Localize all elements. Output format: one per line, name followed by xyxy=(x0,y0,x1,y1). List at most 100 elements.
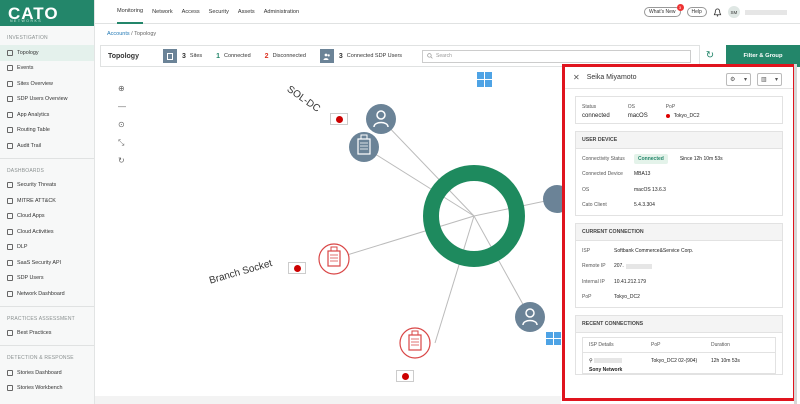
sidebar-item-dlp[interactable]: DLP xyxy=(0,240,94,256)
sidebar: CATO NETWORKS INVESTIGATION Topology Event… xyxy=(0,0,95,404)
dlp-icon xyxy=(7,244,13,251)
sidebar-item-sdp-users-overview[interactable]: SDP Users Overview xyxy=(0,92,94,108)
sdp-users-icon xyxy=(7,275,13,282)
tab-access[interactable]: Access xyxy=(182,0,200,24)
sidebar-item-network-dashboard[interactable]: Network Dashboard xyxy=(0,286,94,302)
sidebar-item-best-practices[interactable]: Best Practices xyxy=(0,326,94,342)
panel-scrollbar[interactable] xyxy=(794,64,797,404)
sidebar-item-label: App Analytics xyxy=(17,111,50,118)
sidebar-item-stories-dashboard[interactable]: Stories Dashboard xyxy=(0,365,94,381)
site-node-branch-disconnected[interactable] xyxy=(318,243,350,275)
sidebar-item-cloud-apps[interactable]: Cloud Apps xyxy=(0,209,94,225)
sidebar-item-sites-overview[interactable]: Sites Overview xyxy=(0,76,94,92)
topology-map[interactable] xyxy=(95,67,562,396)
site-node-sol-dc[interactable] xyxy=(349,132,379,162)
events-icon xyxy=(7,65,13,72)
sdp-user-node[interactable] xyxy=(515,302,545,332)
current-connection-section: CURRENT CONNECTION ISP Softbank Commerce&… xyxy=(575,223,783,308)
tab-assets[interactable]: Assets xyxy=(238,0,255,24)
sdp-user-node-partial[interactable] xyxy=(543,185,562,213)
sidebar-item-cloud-activities[interactable]: Cloud Activities xyxy=(0,224,94,240)
sidebar-section-dashboards: DASHBOARDS xyxy=(7,167,45,174)
japan-flag-icon xyxy=(288,262,306,274)
user-device-section: USER DEVICE Connectivity Status Connected… xyxy=(575,131,783,216)
sidebar-item-label: SaaS Security API xyxy=(17,259,62,266)
sidebar-item-label: Best Practices xyxy=(17,330,52,337)
chevron-down-icon: ▾ xyxy=(743,77,747,83)
windows-icon xyxy=(477,72,492,87)
sidebar-item-label: Security Threats xyxy=(17,182,57,189)
site-node-disconnected[interactable] xyxy=(399,327,431,359)
cloud-apps-icon xyxy=(7,213,13,220)
refresh-icon[interactable]: ↻ xyxy=(702,47,718,63)
location-pin-icon: ⚲ xyxy=(589,358,593,364)
breadcrumb-accounts-link[interactable]: Accounts xyxy=(107,31,130,37)
sidebar-item-label: SDP Users xyxy=(17,275,44,282)
top-navigation: Monitoring Network Access Security Asset… xyxy=(95,0,800,24)
sidebar-item-routing-table[interactable]: Routing Table xyxy=(0,123,94,139)
tab-administration[interactable]: Administration xyxy=(264,0,299,24)
sidebar-item-topology[interactable]: Topology xyxy=(0,45,94,61)
saas-security-api-icon xyxy=(7,259,13,266)
best-practices-icon xyxy=(7,330,13,337)
building-icon xyxy=(163,49,177,63)
audit-trail-icon xyxy=(7,142,13,149)
status-summary: Status connected OS macOS PoP Tokyo_DC2 xyxy=(575,96,783,124)
sidebar-item-label: Network Dashboard xyxy=(17,290,65,297)
sidebar-item-security-threats[interactable]: Security Threats xyxy=(0,178,94,194)
sidebar-item-label: Stories Dashboard xyxy=(17,369,62,376)
whats-new-button[interactable]: What's New 3 xyxy=(644,4,684,17)
map-bottom-strip xyxy=(95,396,561,404)
sites-stat[interactable]: 3 Sites xyxy=(163,49,202,63)
table-row[interactable]: ⚲ Sony Network Tokyo_DC2 02-(904) 12h 10… xyxy=(583,353,775,373)
user-avatar[interactable]: SM xyxy=(727,6,740,18)
sidebar-item-label: Topology xyxy=(17,49,39,56)
pop-value: Tokyo_DC2 xyxy=(673,113,700,119)
sidebar-item-mitre-att-ck[interactable]: MITRE ATT&CK xyxy=(0,193,94,209)
sidebar-item-events[interactable]: Events xyxy=(0,61,94,77)
connected-badge: Connected xyxy=(634,153,668,164)
stories-dashboard-icon xyxy=(7,369,13,376)
cato-logo[interactable]: CATO NETWORKS xyxy=(0,0,94,26)
sidebar-item-saas-security-api[interactable]: SaaS Security API xyxy=(0,255,94,271)
notification-count-badge: 3 xyxy=(676,4,684,11)
cloud-activities-icon xyxy=(7,228,13,235)
japan-flag-icon xyxy=(330,113,348,125)
disconnected-stat[interactable]: 2 Disconnected xyxy=(265,53,306,60)
chevron-down-icon: ▾ xyxy=(774,77,778,83)
settings-dropdown-button[interactable]: ⚙ ▾ xyxy=(726,73,751,86)
sidebar-item-label: Stories Workbench xyxy=(17,385,63,392)
sidebar-item-label: Sites Overview xyxy=(17,80,53,87)
tab-monitoring[interactable]: Monitoring xyxy=(117,0,144,24)
analytics-dropdown-button[interactable]: ▥ ▾ xyxy=(757,73,782,86)
tab-network[interactable]: Network xyxy=(152,0,173,24)
account-name-redacted[interactable] xyxy=(744,9,787,15)
sidebar-item-stories-workbench[interactable]: Stories Workbench xyxy=(0,381,94,397)
breadcrumb: Accounts / Topology xyxy=(107,31,157,37)
mitre-att-ck-icon xyxy=(7,197,13,204)
sidebar-item-audit-trail[interactable]: Audit Trail xyxy=(0,138,94,154)
panel-header: ✕ Seika Miyamoto ⚙ ▾ ▥ ▾ xyxy=(565,67,793,89)
tab-security[interactable]: Security xyxy=(209,0,229,24)
users-icon xyxy=(319,49,334,63)
sidebar-section-practices: PRACTICES ASSESSMENT xyxy=(7,315,75,322)
bell-icon[interactable] xyxy=(713,7,722,17)
sidebar-item-label: Cloud Apps xyxy=(17,213,45,220)
network-dashboard-icon xyxy=(7,290,13,297)
sdp-user-node[interactable] xyxy=(366,104,396,134)
search-input[interactable]: Search xyxy=(422,49,691,63)
stories-workbench-icon xyxy=(7,385,13,392)
sidebar-item-label: SDP Users Overview xyxy=(17,96,68,103)
sdp-users-stat[interactable]: 3 Connected SDP Users xyxy=(319,49,402,63)
sidebar-item-sdp-users[interactable]: SDP Users xyxy=(0,271,94,287)
routing-table-icon xyxy=(7,127,13,134)
sidebar-item-app-analytics[interactable]: App Analytics xyxy=(0,107,94,123)
sidebar-item-label: MITRE ATT&CK xyxy=(17,197,56,204)
redacted-ip xyxy=(625,263,652,269)
close-icon[interactable]: ✕ xyxy=(573,73,580,82)
topology-icon xyxy=(7,49,13,56)
connected-stat[interactable]: 1 Connected xyxy=(216,53,251,60)
help-button[interactable]: Help xyxy=(686,7,707,17)
sidebar-divider xyxy=(0,157,94,159)
gear-icon: ⚙ xyxy=(730,77,736,83)
